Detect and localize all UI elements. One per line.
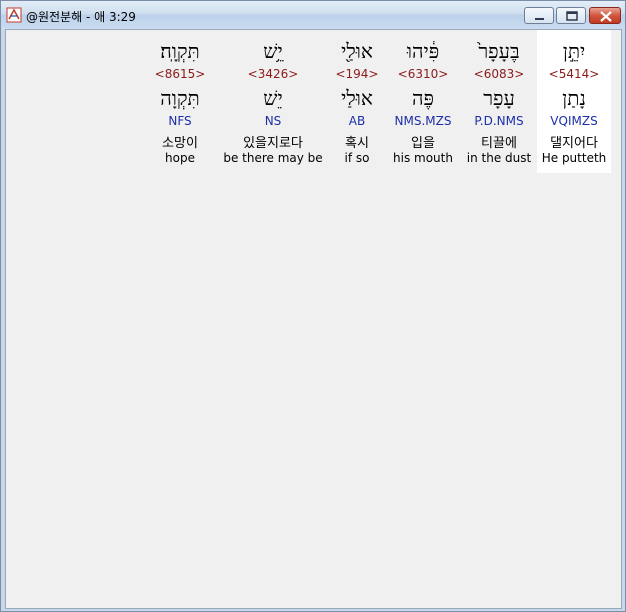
word-column-3[interactable]: פִּ֔יהוּ <6310> פֶּה NMS.MZS 입을 his mout… [389, 30, 457, 173]
maximize-icon [566, 11, 578, 21]
hebrew-lemma: נָתַן [562, 86, 586, 110]
word-column-1[interactable]: יִתֵּ֣ן <5414> נָתַן VQIMZS 댈지어다 He putt… [537, 30, 611, 173]
english-gloss: hope [165, 151, 195, 165]
english-gloss: if so [344, 151, 370, 165]
word-column-2[interactable]: בֶּעָפָר֙ <6083> עָפָר P.D.NMS 티끌에 in th… [463, 30, 535, 173]
hebrew-word: תִּקְוָֽה׃ [160, 39, 200, 63]
maximize-button[interactable] [556, 7, 586, 24]
morphology-code: NFS [168, 114, 192, 128]
korean-gloss: 입을 [411, 136, 435, 151]
hebrew-lemma: עָפָר [483, 86, 515, 110]
hebrew-lemma: אוּלַי [341, 86, 373, 110]
morphology-code: P.D.NMS [474, 114, 524, 128]
app-window: @원전분해 - 애 3:29 יִתֵּ֣ן <5414> נָתַן VQIM… [0, 0, 626, 612]
minimize-button[interactable] [524, 7, 554, 24]
analysis-panel: יִתֵּ֣ן <5414> נָתַן VQIMZS 댈지어다 He putt… [5, 29, 622, 609]
hebrew-word: פִּ֔יהוּ [406, 39, 440, 63]
word-column-6[interactable]: תִּקְוָֽה׃ <8615> תִּקְוָה NFS 소망이 hope [149, 30, 211, 173]
morphology-code: AB [348, 114, 366, 128]
hebrew-lemma: תִּקְוָה [160, 86, 200, 110]
korean-gloss: 댈지어다 [550, 136, 598, 151]
word-column-5[interactable]: יֵ֥שׁ <3426> יֵשׁ NS 있을지로다 be there may … [223, 30, 323, 173]
hebrew-word: יֵ֥שׁ [263, 39, 283, 63]
hebrew-word: יִתֵּ֣ן [562, 39, 586, 63]
word-column-4[interactable]: אוּלַ֖י <194> אוּלַי AB 혹시 if so [333, 30, 381, 173]
strong-number[interactable]: <8615> [149, 67, 211, 81]
strong-number[interactable]: <5414> [537, 67, 611, 81]
morphology-code: NMS.MZS [394, 114, 452, 128]
morphology-code: NS [264, 114, 282, 128]
app-icon[interactable] [6, 7, 22, 23]
close-icon [600, 11, 612, 22]
strong-number[interactable]: <6083> [463, 67, 535, 81]
korean-gloss: 혹시 [345, 136, 369, 151]
window-title: @원전분해 - 애 3:29 [26, 10, 136, 24]
korean-gloss: 티끌에 [481, 136, 517, 151]
morphology-code: VQIMZS [550, 114, 598, 128]
minimize-icon [535, 18, 544, 20]
korean-gloss: 있을지로다 [243, 136, 303, 151]
english-gloss: in the dust [466, 151, 532, 165]
hebrew-word: בֶּעָפָר֙ [478, 39, 520, 63]
hebrew-word: אוּלַ֖י [341, 39, 373, 63]
title-bar[interactable]: @원전분해 - 애 3:29 [1, 1, 625, 29]
close-button[interactable] [589, 7, 621, 24]
english-gloss: be there may be [223, 151, 323, 165]
strong-number[interactable]: <194> [333, 67, 381, 81]
korean-gloss: 소망이 [162, 136, 198, 151]
strong-number[interactable]: <6310> [389, 67, 457, 81]
english-gloss: his mouth [393, 151, 453, 165]
hebrew-lemma: יֵשׁ [263, 86, 283, 110]
english-gloss: He putteth [541, 151, 607, 165]
hebrew-lemma: פֶּה [412, 86, 434, 110]
strong-number[interactable]: <3426> [223, 67, 323, 81]
